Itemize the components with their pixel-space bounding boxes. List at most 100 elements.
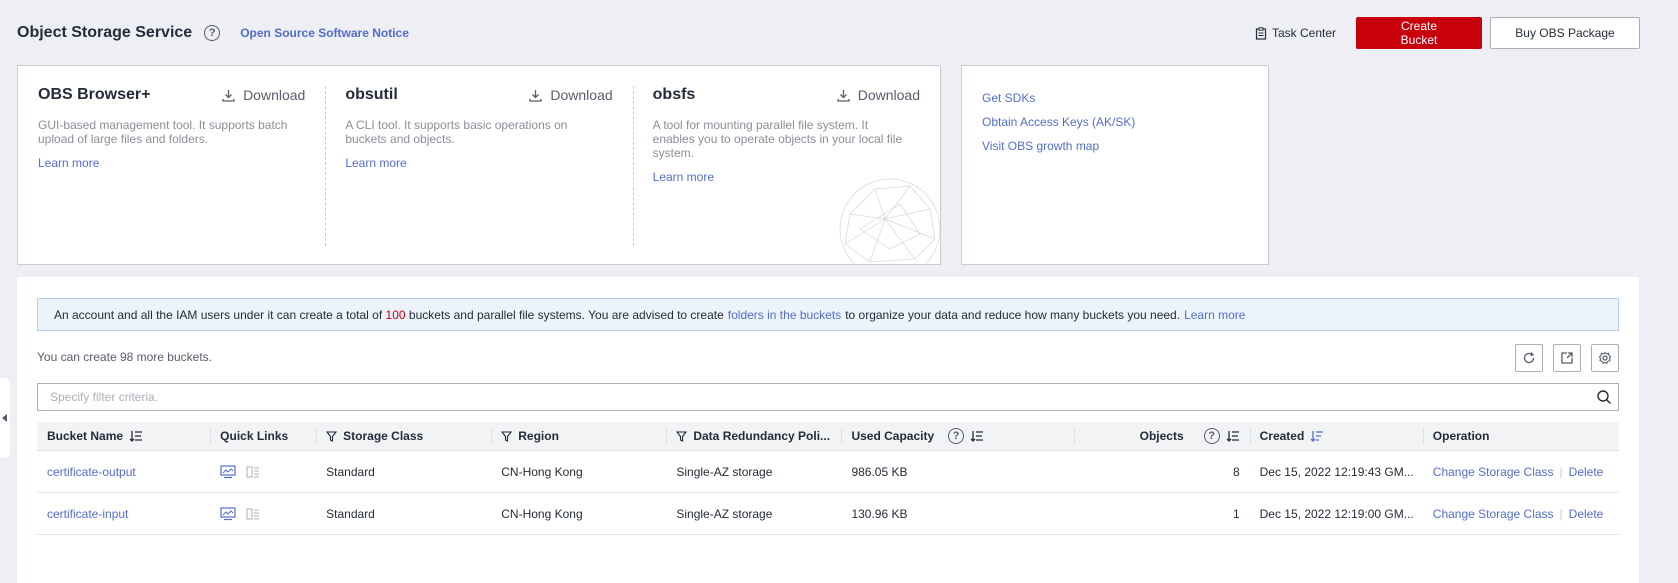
table-toolbar bbox=[1515, 344, 1619, 372]
col-label: Region bbox=[518, 429, 559, 443]
change-storage-class-link[interactable]: Change Storage Class bbox=[1433, 507, 1554, 521]
collapse-sidebar-handle[interactable] bbox=[0, 378, 10, 458]
refresh-button[interactable] bbox=[1515, 344, 1543, 372]
delete-link[interactable]: Delete bbox=[1569, 507, 1604, 521]
filter-placeholder: Specify filter criteria. bbox=[50, 390, 159, 404]
notice-text: buckets and parallel file systems. You a… bbox=[408, 307, 724, 322]
tool-description: A CLI tool. It supports basic operations… bbox=[345, 118, 568, 146]
settings-button[interactable] bbox=[1591, 344, 1619, 372]
bucket-table: Bucket Name Quick Links Storage Class Re… bbox=[37, 422, 1619, 535]
buy-obs-package-button[interactable]: Buy OBS Package bbox=[1490, 17, 1640, 49]
table-header: Bucket Name Quick Links Storage Class Re… bbox=[37, 422, 1619, 451]
monitor-icon[interactable] bbox=[220, 506, 236, 521]
col-operation: Operation bbox=[1422, 422, 1619, 450]
col-label: Bucket Name bbox=[47, 429, 124, 443]
task-center-label: Task Center bbox=[1271, 26, 1336, 40]
sort-icon[interactable] bbox=[129, 430, 143, 442]
help-icon[interactable]: ? bbox=[1203, 428, 1220, 444]
created-cell: Dec 15, 2022 12:19:43 GM... bbox=[1259, 464, 1414, 479]
tool-obs-browser: OBS Browser+ Download GUI-based manageme… bbox=[18, 66, 325, 264]
col-label: Storage Class bbox=[343, 429, 424, 443]
object-list-icon[interactable] bbox=[246, 508, 260, 520]
tools-card: OBS Browser+ Download GUI-based manageme… bbox=[17, 65, 941, 265]
page-title: Object Storage Service bbox=[17, 24, 193, 41]
filter-icon[interactable] bbox=[676, 430, 688, 442]
object-list-icon[interactable] bbox=[246, 466, 260, 478]
col-used-capacity[interactable]: Used Capacity ? bbox=[841, 422, 1074, 450]
learn-more-link[interactable]: Learn more bbox=[38, 156, 305, 170]
refresh-icon bbox=[1523, 352, 1535, 364]
col-label: Data Redundancy Poli... bbox=[693, 429, 831, 443]
redundancy-cell: Single-AZ storage bbox=[676, 464, 773, 479]
task-center-button[interactable]: Task Center bbox=[1255, 26, 1336, 40]
quota-text: You can create 98 more buckets. bbox=[37, 350, 212, 364]
col-objects[interactable]: Objects ? bbox=[1074, 422, 1250, 450]
export-icon bbox=[1561, 352, 1573, 364]
sort-icon[interactable] bbox=[970, 430, 984, 442]
region-cell: CN-Hong Kong bbox=[501, 464, 583, 479]
download-button[interactable]: Download bbox=[837, 87, 920, 103]
created-cell: Dec 15, 2022 12:19:00 GM... bbox=[1259, 506, 1414, 521]
header-actions: Task Center Create Bucket Buy OBS Packag… bbox=[1255, 17, 1640, 49]
caret-left-icon bbox=[2, 414, 7, 422]
redundancy-cell: Single-AZ storage bbox=[676, 506, 773, 521]
objects-cell: 8 bbox=[1232, 464, 1240, 479]
sort-descending-icon[interactable] bbox=[1310, 430, 1324, 442]
growth-map-link[interactable]: Visit OBS growth map bbox=[982, 134, 1248, 158]
col-label: Quick Links bbox=[220, 429, 289, 443]
scrollbar[interactable] bbox=[1658, 0, 1678, 583]
tool-description: GUI-based management tool. It supports b… bbox=[38, 118, 288, 146]
capacity-cell: 130.96 KB bbox=[851, 506, 908, 521]
download-icon bbox=[837, 89, 850, 102]
storage-class-cell: Standard bbox=[326, 464, 375, 479]
download-button[interactable]: Download bbox=[529, 87, 613, 103]
col-created[interactable]: Created bbox=[1249, 422, 1423, 450]
col-label: Objects bbox=[1139, 429, 1184, 443]
col-bucket-name[interactable]: Bucket Name bbox=[37, 422, 210, 450]
polygon-decoration-icon bbox=[839, 178, 940, 264]
search-icon[interactable] bbox=[1596, 389, 1612, 405]
create-bucket-button[interactable]: Create Bucket bbox=[1356, 17, 1482, 49]
download-icon bbox=[222, 89, 235, 102]
col-redundancy[interactable]: Data Redundancy Poli... bbox=[666, 422, 841, 450]
notice-text: to organize your data and reduce how man… bbox=[845, 307, 1181, 322]
download-label: Download bbox=[243, 87, 306, 103]
col-region[interactable]: Region bbox=[491, 422, 666, 450]
filter-icon[interactable] bbox=[501, 430, 513, 442]
get-sdks-link[interactable]: Get SDKs bbox=[982, 86, 1248, 110]
learn-more-link[interactable]: Learn more bbox=[345, 156, 612, 170]
download-label: Download bbox=[550, 87, 613, 103]
delete-link[interactable]: Delete bbox=[1569, 465, 1604, 479]
notice-text: An account and all the IAM users under i… bbox=[54, 307, 383, 322]
col-quick-links: Quick Links bbox=[210, 422, 316, 450]
filter-icon[interactable] bbox=[326, 430, 338, 442]
tool-obsfs: obsfs Download A tool for mounting paral… bbox=[632, 66, 940, 264]
export-button[interactable] bbox=[1553, 344, 1581, 372]
table-row: certificate-output Standard CN-Hong Kong… bbox=[37, 451, 1619, 493]
tool-name: obsfs bbox=[652, 86, 696, 103]
col-storage-class[interactable]: Storage Class bbox=[316, 422, 491, 450]
clipboard-icon bbox=[1255, 26, 1267, 40]
col-label: Used Capacity bbox=[851, 429, 935, 443]
sort-icon[interactable] bbox=[1226, 430, 1240, 442]
tool-name: obsutil bbox=[345, 86, 398, 103]
notice-count: 100 bbox=[385, 307, 406, 322]
help-icon[interactable]: ? bbox=[948, 428, 965, 444]
bucket-name-link[interactable]: certificate-output bbox=[47, 465, 136, 479]
tool-description: A tool for mounting parallel file system… bbox=[652, 118, 903, 160]
help-icon[interactable]: ? bbox=[204, 25, 221, 41]
folders-link[interactable]: folders in the buckets bbox=[728, 308, 841, 322]
notice-learn-more-link[interactable]: Learn more bbox=[1184, 308, 1245, 322]
resources-card: Get SDKs Obtain Access Keys (AK/SK) Visi… bbox=[961, 65, 1269, 265]
monitor-icon[interactable] bbox=[220, 464, 236, 479]
tool-name: OBS Browser+ bbox=[38, 86, 151, 103]
download-icon bbox=[529, 89, 543, 102]
download-button[interactable]: Download bbox=[222, 87, 305, 103]
col-label: Operation bbox=[1432, 429, 1490, 443]
obtain-access-keys-link[interactable]: Obtain Access Keys (AK/SK) bbox=[982, 110, 1248, 134]
bucket-name-link[interactable]: certificate-input bbox=[47, 507, 128, 521]
change-storage-class-link[interactable]: Change Storage Class bbox=[1433, 465, 1554, 479]
objects-cell: 1 bbox=[1232, 506, 1240, 521]
filter-input[interactable]: Specify filter criteria. bbox=[37, 383, 1619, 411]
oss-notice-link[interactable]: Open Source Software Notice bbox=[240, 26, 409, 40]
